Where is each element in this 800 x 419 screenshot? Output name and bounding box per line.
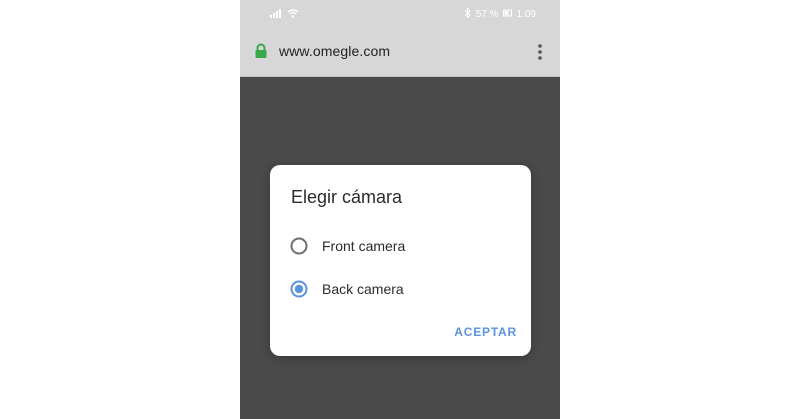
radio-selected-icon[interactable] — [290, 280, 308, 298]
status-bar: 57 % 1:09 — [240, 0, 560, 28]
status-left — [270, 8, 299, 21]
signal-icon — [270, 8, 282, 21]
front-camera-option[interactable]: Front camera — [290, 234, 405, 258]
status-time: 1:09 — [516, 9, 536, 20]
accept-button[interactable]: ACEPTAR — [454, 325, 517, 339]
back-camera-option[interactable]: Back camera — [290, 277, 404, 301]
choose-camera-dialog: Elegir cámara Front camera Back camera A… — [270, 165, 531, 356]
back-camera-label: Back camera — [322, 281, 404, 297]
status-right: 57 % 1:09 — [463, 7, 536, 21]
lock-icon — [254, 43, 268, 59]
dialog-title: Elegir cámara — [291, 187, 403, 207]
wifi-icon — [287, 8, 299, 21]
battery-percent: 57 % — [475, 9, 499, 20]
phone-screen: 57 % 1:09 www.omegle.com Elegir cámara F… — [240, 0, 560, 419]
bluetooth-icon — [463, 7, 472, 21]
url-text[interactable]: www.omegle.com — [279, 43, 390, 59]
front-camera-label: Front camera — [322, 238, 406, 254]
browser-address-bar[interactable]: www.omegle.com — [240, 28, 560, 77]
radio-unselected-icon[interactable] — [290, 237, 308, 255]
battery-icon — [502, 8, 513, 21]
overflow-menu-icon[interactable] — [536, 43, 544, 61]
